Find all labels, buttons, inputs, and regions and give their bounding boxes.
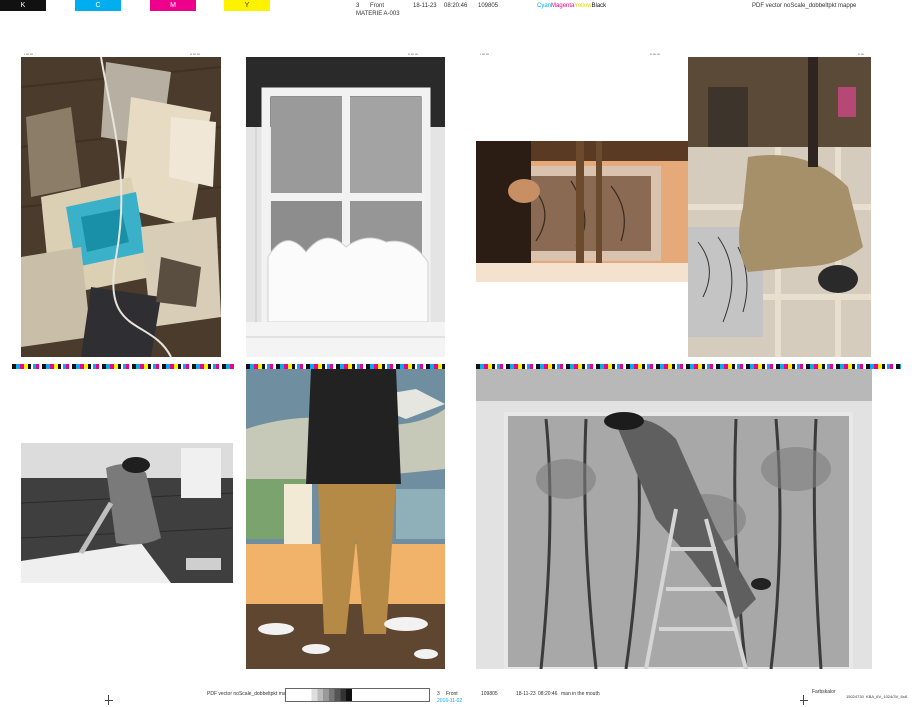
bottom-plate-info: 2016-11-02 — [437, 698, 463, 704]
photo-caption-mark: ▪▪ ▪▪▪ — [858, 52, 865, 56]
slug-time: 08:20:46 — [444, 3, 468, 9]
sep-magenta: Magenta — [551, 3, 575, 9]
sep-cyan: Cyan — [537, 3, 552, 9]
bottom-date: 18-11-23 — [516, 691, 536, 697]
photo-caption-mark: ▪▪ ▪▪▪ ▪▪▪ — [650, 52, 661, 56]
photo-artist-from-above — [688, 57, 871, 357]
swatch-black: K — [0, 0, 46, 11]
registration-mark — [105, 695, 113, 705]
artist-above-illustration — [688, 57, 871, 357]
slug-page-number: 3 — [356, 3, 360, 9]
bottom-page-number: 3 — [437, 691, 440, 697]
bottom-job-number: 109805 — [481, 691, 498, 697]
bottom-right-label: Farbskalor — [812, 689, 836, 695]
slug-separations: CyanMagentaYellowBlack — [537, 2, 606, 10]
sep-black: Black — [591, 3, 607, 9]
photo-artist-on-ladder — [476, 369, 872, 669]
slug-job-name: MATERIE A-003 — [356, 11, 400, 17]
bottom-side: Front — [446, 691, 458, 697]
stretcher-frame-illustration — [246, 57, 445, 357]
registration-mark — [800, 695, 808, 705]
standing-artist-illustration — [246, 369, 445, 669]
ladder-artist-illustration — [476, 369, 872, 669]
swatch-cyan: C — [75, 0, 121, 11]
photo-caption-mark: ▪ ▪▪▪ ▪▪▪ — [24, 52, 34, 56]
sep-yellow: Yellow — [574, 3, 592, 9]
control-wedge — [285, 688, 430, 702]
bottom-right-code1: 15024730 — [846, 694, 864, 699]
swatch-yellow: Y — [224, 0, 270, 11]
bottom-right-code2: KBA_6V_1024/3V_6x8 — [866, 694, 907, 699]
slug-job-number: 109805 — [478, 3, 499, 9]
photo-artist-kneeling — [21, 443, 233, 583]
slug-preset: PDF vector noScale_dobbeltpkt mappe — [752, 3, 857, 9]
color-control-strip — [12, 364, 234, 369]
bottom-preset: PDF vector noScale_dobbeltpkt mappe — [207, 691, 294, 697]
photo-caption-mark: ▪ ▪▪▪ ▪▪▪ — [480, 52, 490, 56]
bottom-time: 08:20:46 — [538, 691, 558, 697]
warm-light-illustration — [476, 141, 688, 282]
photo-caption-mark: ▪▪ ▪▪▪ ▪▪▪ — [190, 52, 201, 56]
photo-studio-floor — [21, 57, 221, 357]
photo-stretcher-frame — [246, 57, 445, 357]
studio-floor-illustration — [21, 57, 221, 357]
photo-caption-mark: ▪▪ ▪▪▪ ▪▪▪ — [408, 52, 419, 56]
swatch-magenta: M — [150, 0, 196, 11]
kneeling-artist-illustration — [21, 443, 233, 583]
photo-artist-standing — [246, 369, 445, 669]
slug-side: Front — [370, 3, 385, 9]
slug-date: 18-11-23 — [413, 3, 437, 9]
bottom-title: man in the mouth — [561, 691, 600, 697]
photo-artist-warm-light — [476, 141, 688, 282]
